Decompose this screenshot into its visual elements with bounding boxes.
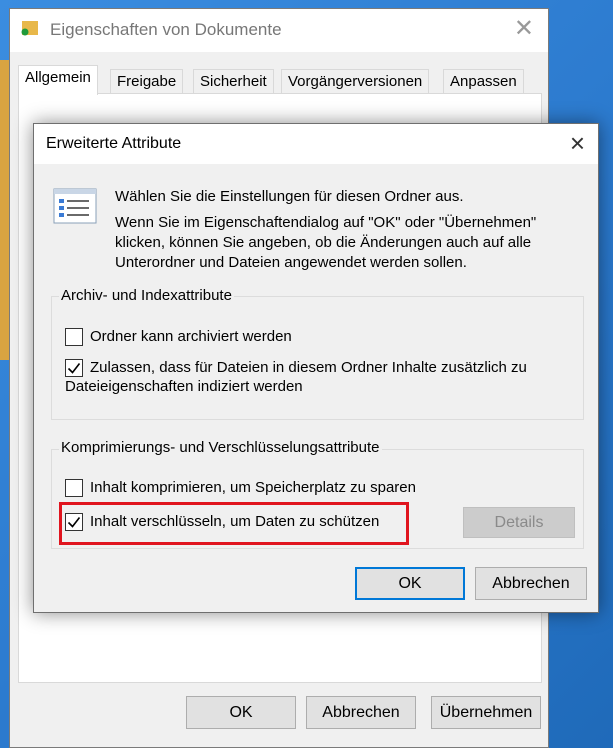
checkmark-icon — [67, 363, 81, 374]
tab-vorgaengerversionen[interactable]: Vorgängerversionen — [281, 69, 430, 93]
tab-freigabe[interactable]: Freigabe — [110, 69, 184, 93]
dialog-title: Erweiterte Attribute — [46, 135, 182, 152]
dialog-cancel-button[interactable]: Abbrechen — [475, 567, 587, 600]
checklist-icon — [53, 188, 97, 224]
intro-description: Wenn Sie im Eigenschaftendialog auf "OK"… — [115, 214, 537, 271]
tab-anpassen[interactable]: Anpassen — [443, 69, 524, 93]
properties-titlebar: Eigenschaften von Dokumente ✕ — [10, 9, 548, 52]
details-button[interactable]: Details — [463, 507, 575, 538]
close-icon[interactable]: ✕ — [514, 17, 534, 41]
tab-sicherheit[interactable]: Sicherheit — [193, 69, 274, 93]
index-checkbox-label-line2: Dateieigenschaften indiziert werden — [65, 378, 303, 395]
folder-shared-icon — [21, 21, 38, 36]
highlight-box — [59, 502, 409, 545]
archive-checkbox-label: Ordner kann archiviert werden — [90, 328, 292, 345]
index-checkbox[interactable] — [65, 359, 83, 377]
archive-group-label: Archiv- und Indexattribute — [59, 287, 234, 304]
index-checkbox-label-line1: Zulassen, dass für Dateien in diesem Ord… — [90, 359, 527, 376]
compress-checkbox-label: Inhalt komprimieren, um Speicherplatz zu… — [90, 479, 416, 496]
archive-checkbox[interactable] — [65, 328, 83, 346]
advanced-attributes-dialog: Erweiterte Attribute × Wählen Sie die Ei… — [33, 123, 599, 613]
dialog-ok-button[interactable]: OK — [355, 567, 465, 600]
compress-group-label: Komprimierungs- und Verschlüsselungsattr… — [59, 439, 382, 456]
back-cancel-button[interactable]: Abbrechen — [306, 696, 416, 729]
properties-title: Eigenschaften von Dokumente — [50, 20, 282, 39]
back-apply-button[interactable]: Übernehmen — [431, 696, 541, 729]
back-ok-button[interactable]: OK — [186, 696, 296, 729]
tab-allgemein[interactable]: Allgemein — [18, 65, 98, 95]
dialog-titlebar: Erweiterte Attribute × — [34, 124, 598, 164]
intro-text: Wählen Sie die Einstellungen für diesen … — [115, 188, 464, 205]
compress-checkbox[interactable] — [65, 479, 83, 497]
close-icon[interactable]: × — [570, 130, 585, 156]
